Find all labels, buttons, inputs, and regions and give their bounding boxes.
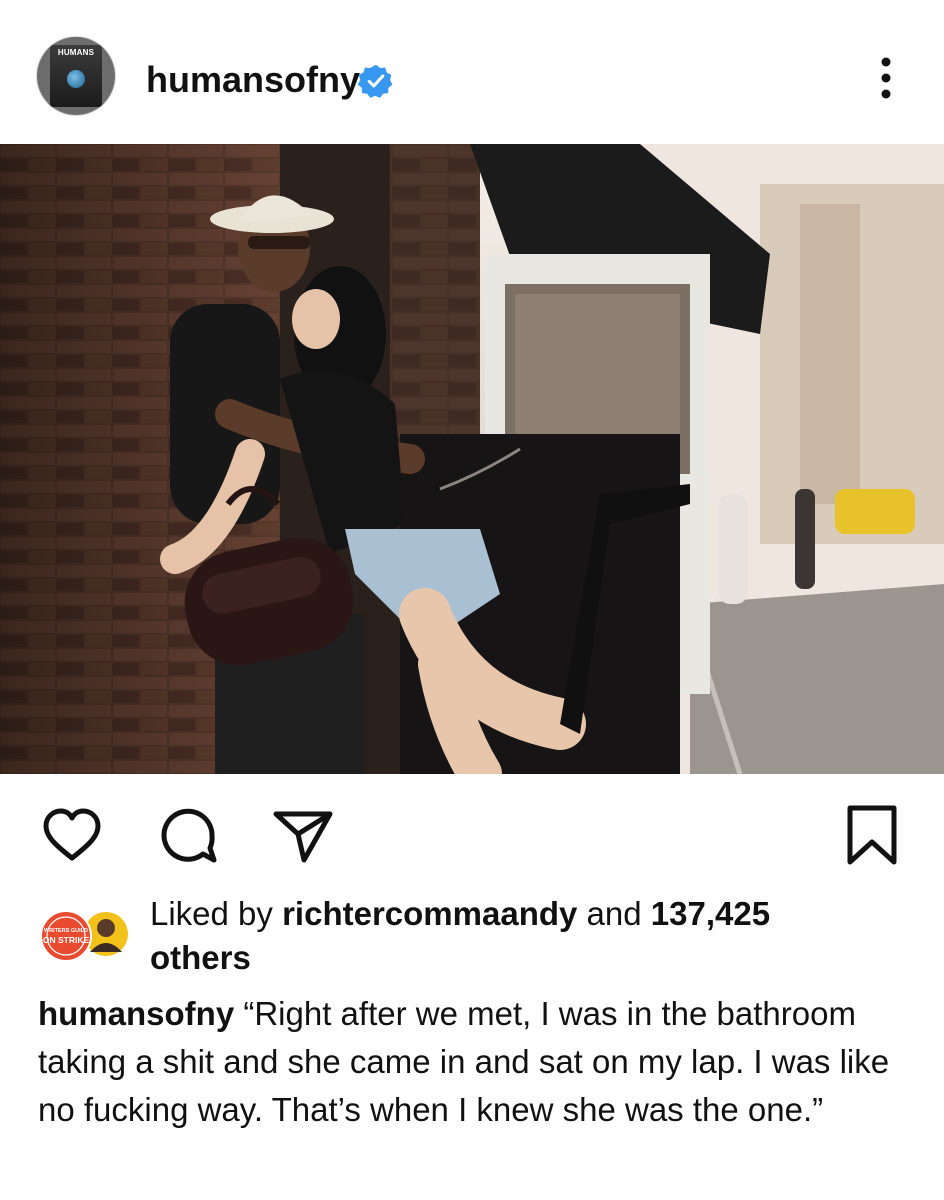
action-bar xyxy=(0,800,944,870)
post-header: HUMANS humansofny xyxy=(0,0,944,144)
likes-suffix[interactable]: others xyxy=(150,939,251,976)
liker-avatar-text-2: ON STRIKE xyxy=(43,935,90,945)
send-icon[interactable] xyxy=(270,804,334,868)
caption-username[interactable]: humansofny xyxy=(38,995,234,1032)
avatar-book-title: HUMANS xyxy=(57,48,95,57)
globe-icon xyxy=(67,70,85,88)
photo-illustration xyxy=(0,144,944,774)
post-caption: humansofny “Right after we met, I was in… xyxy=(38,990,918,1134)
post-username[interactable]: humansofny xyxy=(146,58,360,102)
comment-icon[interactable] xyxy=(156,804,220,868)
verified-badge-icon xyxy=(358,64,393,98)
liker-avatars[interactable]: WRITERS GUILD ON STRIKE xyxy=(40,910,130,962)
liker-avatar-text-1: WRITERS GUILD xyxy=(44,928,88,934)
profile-avatar[interactable]: HUMANS xyxy=(37,37,115,115)
liker-username[interactable]: richtercommaandy xyxy=(282,895,577,932)
post-photo[interactable] xyxy=(0,144,944,774)
liked-by-text: Liked by richtercommaandy and 137,425 ot… xyxy=(150,892,870,980)
liked-by-prefix: Liked by xyxy=(150,895,273,932)
heart-icon[interactable] xyxy=(40,804,104,868)
more-vertical-icon[interactable] xyxy=(866,54,906,102)
likes-count[interactable]: 137,425 xyxy=(651,895,770,932)
bookmark-icon[interactable] xyxy=(840,804,904,868)
liked-by-conjunction: and xyxy=(586,895,642,932)
